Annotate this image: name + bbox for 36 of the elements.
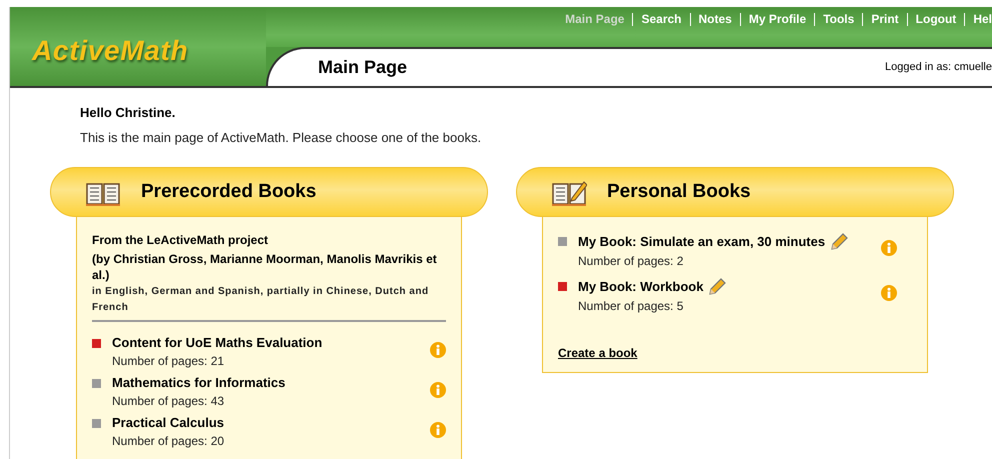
create-book-link[interactable]: Create a book — [558, 344, 638, 362]
nav-link[interactable]: Search — [641, 10, 682, 28]
page-count: Number of pages: 21 — [112, 353, 226, 369]
nav-link[interactable]: Print — [871, 10, 899, 28]
info-icon[interactable] — [430, 422, 446, 438]
page-count: Number of pages: 5 — [578, 298, 684, 314]
page-count: Number of pages: 43 — [112, 393, 226, 409]
book-link[interactable]: Mathematics for Informatics — [112, 374, 286, 392]
book-link[interactable]: My Book: Workbook — [578, 278, 704, 296]
intro-text: This is the main page of ActiveMath. Please choose one of the books. — [80, 128, 482, 147]
section-title: Prerecorded Books — [141, 180, 316, 204]
nav-link[interactable]: Notes — [698, 10, 732, 28]
book-link[interactable]: Practical Calculus — [112, 414, 224, 432]
nav-link[interactable]: My Profile — [748, 10, 806, 28]
section-title: Personal Books — [607, 180, 751, 204]
greeting: Hello Christine. — [80, 104, 176, 122]
logo: ActiveMath — [32, 34, 188, 68]
languages: in English, German and Spanish, partially in Chinese, Dutch and French — [92, 285, 430, 315]
page-count: Number of pages: 2 — [578, 253, 684, 269]
project-title: From the LeActiveMath project — [92, 232, 270, 249]
page-count: Number of pages: 20 — [112, 433, 226, 449]
info-icon[interactable] — [430, 382, 446, 398]
pencil-icon[interactable] — [707, 277, 728, 297]
info-icon[interactable] — [881, 285, 897, 301]
nav-link[interactable]: Hel — [973, 10, 992, 28]
nav-link[interactable]: Main Page — [565, 10, 624, 28]
nav-link[interactable]: Tools — [823, 10, 854, 28]
page-title: Main Page — [318, 56, 408, 80]
book-link[interactable]: Content for UoE Maths Evaluation — [112, 334, 322, 352]
info-icon[interactable] — [881, 240, 897, 256]
pencil-icon[interactable] — [829, 232, 850, 252]
info-icon[interactable] — [430, 342, 446, 358]
login-status: Logged in as: cmuelle — [884, 60, 992, 76]
nav-link[interactable]: Logout — [916, 10, 956, 28]
authors: (by Christian Gross, Marianne Moorman, Manolis Mavrikis et al.) — [92, 251, 438, 283]
book-link[interactable]: My Book: Simulate an exam, 30 minutes — [578, 233, 826, 251]
